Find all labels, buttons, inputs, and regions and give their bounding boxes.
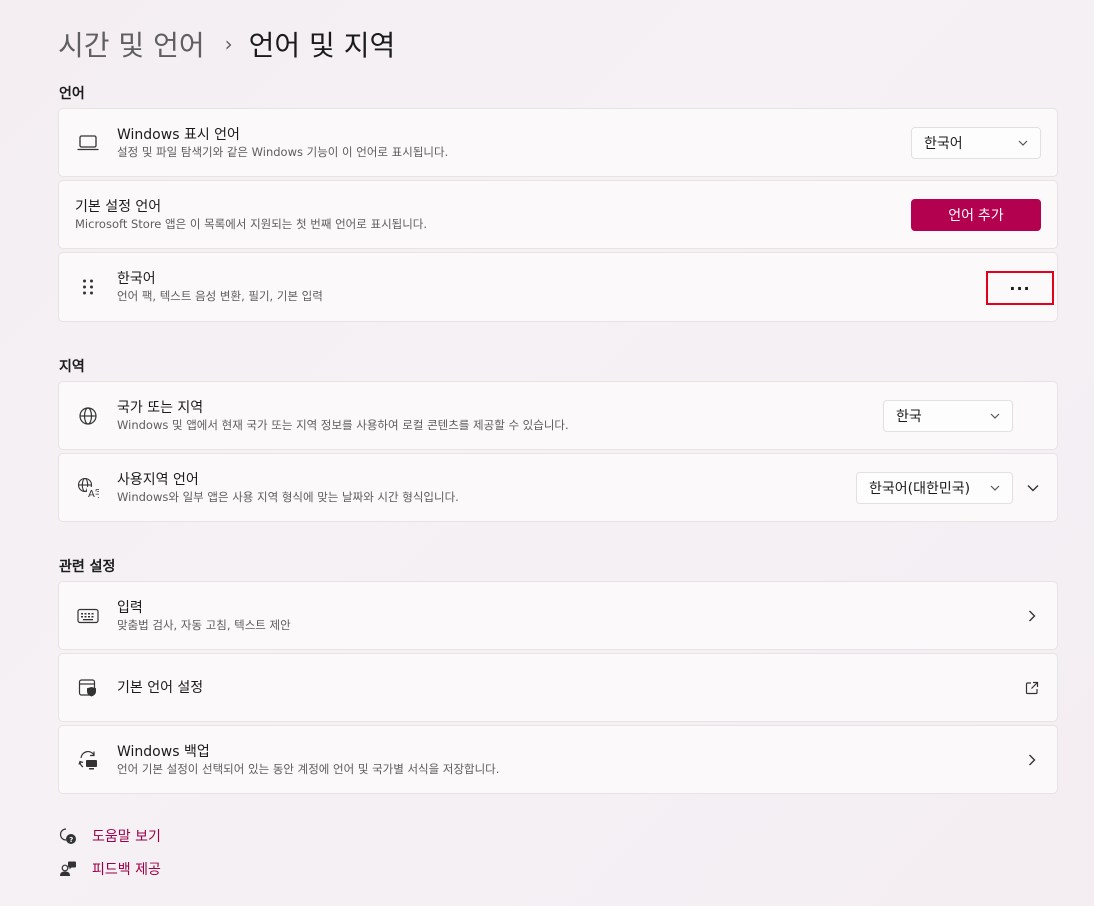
display-language-subtitle: 설정 및 파일 탐색기와 같은 Windows 기능이 이 언어로 표시됩니다.	[117, 144, 449, 159]
chevron-down-icon	[990, 409, 1000, 422]
keyboard-icon	[77, 605, 99, 627]
section-title-related: 관련 설정	[59, 559, 116, 575]
windows-display-language-card: Windows 표시 언어 설정 및 파일 탐색기와 같은 Windows 기능…	[58, 108, 1058, 177]
regional-format-icon: A字	[77, 477, 99, 499]
get-help-link[interactable]: ? 도움말 보기	[58, 826, 161, 846]
more-options-button[interactable]: ···	[986, 271, 1054, 305]
country-region-card: 국가 또는 지역 Windows 및 앱에서 현재 국가 또는 지역 정보를 사…	[58, 381, 1058, 450]
administrative-language-title: 기본 언어 설정	[117, 679, 204, 696]
breadcrumb-parent[interactable]: 시간 및 언어	[58, 24, 205, 64]
windows-backup-card[interactable]: Windows 백업 언어 기본 설정이 선택되어 있는 동안 계정에 언어 및…	[58, 725, 1058, 794]
regional-format-value: 한국어(대한민국)	[869, 480, 971, 497]
svg-text:?: ?	[69, 836, 73, 844]
administrative-language-card[interactable]: 기본 언어 설정	[58, 653, 1058, 722]
backup-sync-icon	[77, 749, 99, 771]
chevron-right-icon	[1025, 753, 1039, 767]
typing-settings-card[interactable]: 입력 맞춤법 검사, 자동 고침, 텍스트 제안	[58, 581, 1058, 650]
external-link-icon	[1025, 681, 1039, 695]
regional-format-subtitle: Windows와 일부 앱은 사용 지역 형식에 맞는 날짜와 시간 형식입니다…	[117, 489, 459, 504]
windows-backup-subtitle: 언어 기본 설정이 선택되어 있는 동안 계정에 언어 및 국가별 서식을 저장…	[117, 761, 500, 776]
shield-window-icon	[77, 677, 99, 699]
regional-format-dropdown[interactable]: 한국어(대한민국)	[856, 471, 1013, 504]
give-feedback-label: 피드백 제공	[92, 862, 161, 878]
korean-language-subtitle: 언어 팩, 텍스트 음성 변환, 필기, 기본 입력	[117, 289, 323, 303]
preferred-languages-title: 기본 설정 언어	[75, 198, 162, 215]
regional-format-title: 사용지역 언어	[117, 471, 199, 488]
chevron-down-icon	[1018, 136, 1028, 149]
feedback-icon	[58, 859, 78, 879]
breadcrumb-separator: ›	[224, 32, 233, 56]
display-language-value: 한국어	[924, 135, 963, 152]
country-region-value: 한국	[896, 408, 922, 425]
chevron-right-icon	[1025, 609, 1039, 623]
svg-text:A字: A字	[88, 487, 99, 499]
give-feedback-link[interactable]: 피드백 제공	[58, 859, 161, 879]
breadcrumb: 시간 및 언어 › 언어 및 지역	[58, 24, 395, 64]
language-item-korean[interactable]: 한국어 언어 팩, 텍스트 음성 변환, 필기, 기본 입력 ···	[58, 252, 1058, 322]
display-language-dropdown[interactable]: 한국어	[911, 126, 1041, 159]
typing-subtitle: 맞춤법 검사, 자동 고침, 텍스트 제안	[117, 617, 291, 632]
help-icon: ?	[58, 826, 78, 846]
drag-handle-icon[interactable]	[77, 276, 99, 298]
get-help-label: 도움말 보기	[92, 829, 161, 845]
windows-backup-title: Windows 백업	[117, 743, 210, 760]
globe-icon	[77, 405, 99, 427]
chevron-down-icon	[990, 481, 1000, 494]
country-region-subtitle: Windows 및 앱에서 현재 국가 또는 지역 정보를 사용하여 로컬 콘텐…	[117, 417, 569, 432]
preferred-languages-card: 기본 설정 언어 Microsoft Store 앱은 이 목록에서 지원되는 …	[58, 180, 1058, 249]
display-language-title: Windows 표시 언어	[117, 126, 240, 143]
country-region-dropdown[interactable]: 한국	[883, 399, 1013, 432]
page-title: 언어 및 지역	[248, 29, 396, 62]
preferred-languages-subtitle: Microsoft Store 앱은 이 목록에서 지원되는 첫 번째 언어로 …	[75, 216, 428, 231]
country-region-title: 국가 또는 지역	[117, 399, 204, 416]
expand-chevron-icon[interactable]	[1023, 478, 1043, 498]
section-title-language: 언어	[59, 86, 85, 102]
add-language-button[interactable]: 언어 추가	[911, 198, 1041, 231]
section-title-region: 지역	[59, 359, 85, 375]
korean-language-title: 한국어	[117, 271, 156, 287]
typing-title: 입력	[117, 599, 143, 616]
regional-format-card: A字 사용지역 언어 Windows와 일부 앱은 사용 지역 형식에 맞는 날…	[58, 453, 1058, 522]
laptop-icon	[77, 132, 99, 154]
